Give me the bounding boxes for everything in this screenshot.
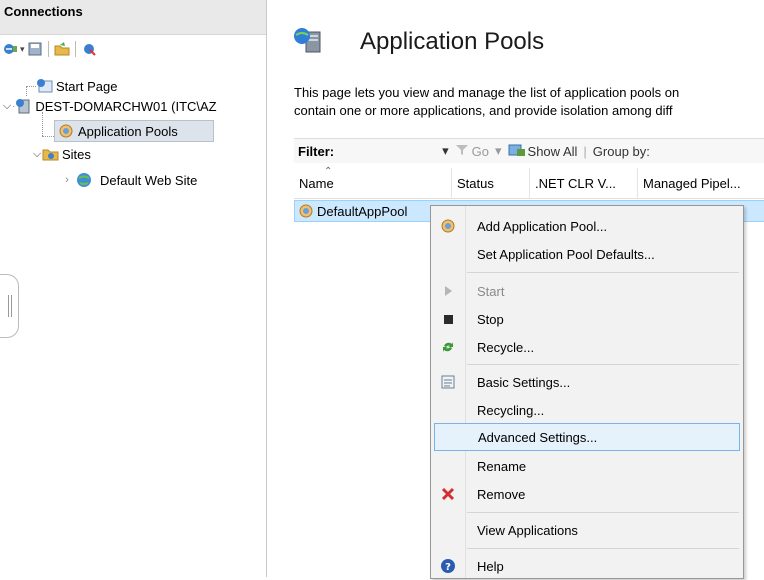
menu-item-recycle[interactable]: Recycle...	[431, 333, 743, 361]
filter-input[interactable]	[342, 141, 437, 161]
svg-text:?: ?	[445, 562, 451, 573]
chevron-down-icon[interactable]: ▾	[495, 143, 502, 159]
toolbar-separator	[47, 41, 49, 57]
page-description: This page lets you view and manage the l…	[294, 84, 679, 120]
menu-item-recycling[interactable]: Recycling...	[431, 396, 743, 424]
menu-separator	[467, 548, 739, 549]
menu-label: Add Application Pool...	[477, 218, 608, 234]
filter-bar: Filter: ▾ Go ▾ Show All | Group by:	[294, 138, 764, 163]
group-by-label[interactable]: Group by:	[593, 144, 650, 159]
description-line: This page lets you view and manage the l…	[294, 85, 680, 100]
chevron-right-icon[interactable]: ›	[62, 174, 72, 186]
context-menu: Add Application Pool... Set Application …	[430, 205, 744, 579]
menu-label: View Applications	[477, 522, 578, 538]
tree-label: Application Pools	[78, 123, 178, 139]
menu-item-advanced-settings[interactable]: Advanced Settings...	[434, 423, 740, 451]
tree-item-server[interactable]: ⌵ · DEST-DOMARCHW01 (ITC\AZ	[2, 96, 217, 116]
chevron-down-icon[interactable]: ⌵	[32, 148, 42, 161]
application-pools-icon	[58, 123, 74, 139]
table-header: Name Status .NET CLR V... Managed Pipel.…	[294, 168, 764, 199]
show-all-label: Show All	[527, 143, 578, 159]
connect-icon[interactable]	[2, 41, 18, 57]
app-pool-name: DefaultAppPool	[317, 203, 408, 219]
grip-icon	[8, 295, 12, 317]
tree-label: Start Page	[56, 78, 118, 94]
go-label: Go	[471, 143, 489, 159]
tree-line	[26, 86, 36, 87]
tree-label: Default Web Site	[100, 172, 198, 188]
filter-dropdown-icon[interactable]: ▾	[442, 143, 449, 159]
recycle-icon	[440, 339, 456, 355]
menu-separator	[467, 512, 739, 513]
page-title: Application Pools	[360, 28, 545, 55]
menu-label: Start	[477, 283, 505, 299]
menu-label: Advanced Settings...	[478, 429, 598, 445]
tree-label: DEST-DOMARCHW01 (ITC\AZ	[35, 98, 217, 114]
tree-item-application-pools[interactable]: Application Pools	[54, 120, 214, 142]
settings-icon	[440, 374, 456, 390]
connections-toolbar: ▾	[2, 38, 97, 60]
menu-item-add-application-pool[interactable]: Add Application Pool...	[431, 212, 743, 240]
filter-label: Filter:	[298, 143, 335, 159]
app-pool-icon	[298, 203, 314, 219]
show-all-button[interactable]: Show All	[508, 143, 578, 160]
pane-collapse-handle[interactable]	[0, 274, 19, 338]
menu-separator	[467, 364, 739, 365]
column-header-pipeline[interactable]: Managed Pipel...	[638, 168, 764, 198]
server-icon	[15, 98, 31, 114]
tree-item-start-page[interactable]: Start Page	[36, 76, 117, 96]
menu-separator	[467, 272, 739, 273]
add-pool-icon	[440, 218, 456, 234]
disconnect-icon[interactable]	[81, 41, 97, 57]
open-folder-icon[interactable]	[54, 41, 70, 57]
save-icon[interactable]	[27, 41, 43, 57]
menu-item-basic-settings[interactable]: Basic Settings...	[431, 368, 743, 396]
column-header-name[interactable]: Name	[294, 168, 452, 198]
go-button[interactable]: Go	[455, 143, 489, 160]
toolbar-separator	[74, 41, 76, 57]
menu-label: Help	[477, 558, 504, 574]
column-header-status[interactable]: Status	[452, 168, 530, 198]
menu-item-set-defaults[interactable]: Set Application Pool Defaults...	[431, 240, 743, 268]
connections-pane: Connections ▾ Start Page ⌵ · DEST-DOMARC…	[0, 0, 267, 577]
show-all-icon	[508, 143, 526, 160]
chevron-down-icon[interactable]: ⌵	[2, 100, 12, 113]
tree-item-default-web-site[interactable]: › Default Web Site	[62, 170, 197, 190]
menu-item-help[interactable]: ? Help	[431, 552, 743, 580]
menu-label: Recycle...	[477, 339, 535, 355]
connections-header: Connections	[0, 0, 266, 35]
funnel-icon	[455, 143, 469, 160]
column-header-clr[interactable]: .NET CLR V...	[530, 168, 638, 198]
globe-icon	[76, 172, 92, 188]
menu-label: Basic Settings...	[477, 374, 571, 390]
sites-folder-icon	[42, 146, 59, 162]
menu-label: Rename	[477, 458, 527, 474]
menu-item-view-applications[interactable]: View Applications	[431, 516, 743, 544]
play-icon	[440, 283, 456, 299]
tree-item-sites[interactable]: ⌵ Sites	[32, 144, 91, 164]
menu-item-start[interactable]: Start	[431, 277, 743, 305]
menu-item-rename[interactable]: Rename	[431, 452, 743, 480]
application-pools-icon	[292, 26, 326, 56]
menu-item-remove[interactable]: Remove	[431, 480, 743, 508]
description-line: contain one or more applications, and pr…	[294, 103, 673, 118]
filter-separator: |	[583, 143, 587, 159]
tree-line	[26, 86, 27, 96]
menu-label: Set Application Pool Defaults...	[477, 246, 655, 262]
stop-icon	[440, 311, 456, 327]
menu-item-stop[interactable]: Stop	[431, 305, 743, 333]
menu-label: Remove	[477, 486, 526, 502]
connections-title: Connections	[4, 4, 83, 19]
menu-label: Stop	[477, 311, 504, 327]
connect-dropdown-icon[interactable]: ▾	[20, 44, 25, 55]
start-page-icon	[36, 78, 53, 94]
help-icon: ?	[440, 558, 456, 574]
menu-label: Recycling...	[477, 402, 545, 418]
tree-label: Sites	[62, 146, 91, 162]
remove-icon	[440, 486, 456, 502]
